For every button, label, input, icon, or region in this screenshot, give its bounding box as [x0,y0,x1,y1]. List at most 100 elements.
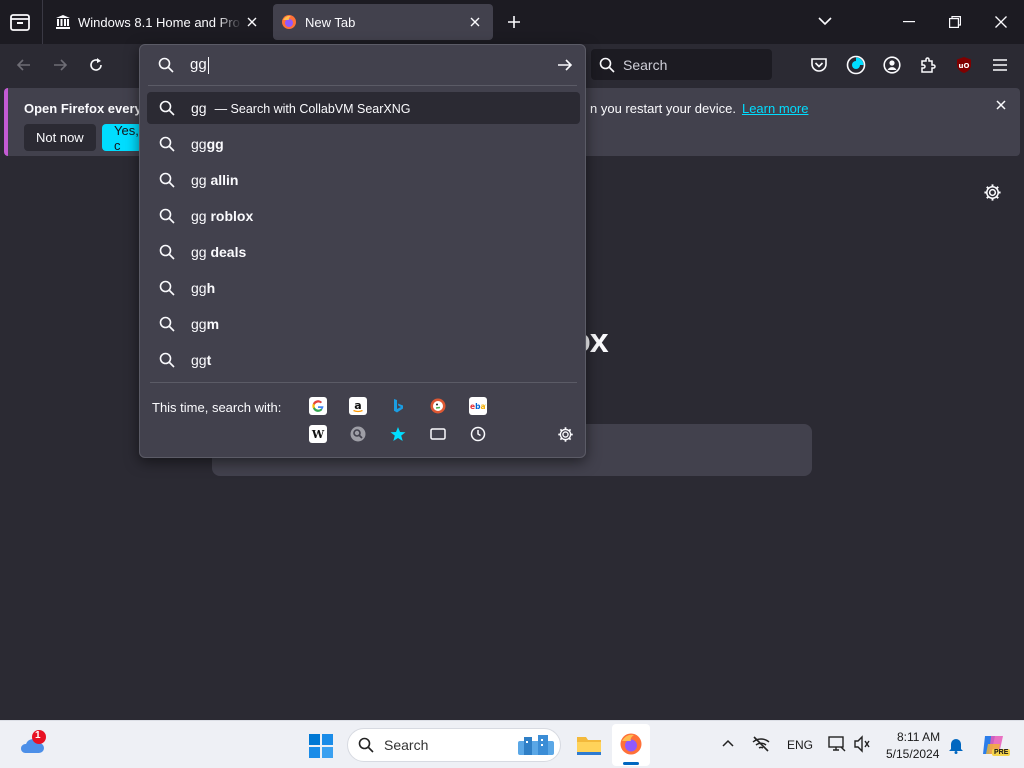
search-highlight-image-icon [516,733,558,759]
taskbar-search-box[interactable]: Search [347,728,561,762]
forward-button[interactable] [47,52,73,78]
url-input[interactable]: gg [140,45,585,85]
suggestion-text: ggh [191,280,215,296]
suggestion-text: ggt [191,352,211,368]
yes-button[interactable]: Yes, c [102,124,142,151]
clock-date[interactable]: 5/15/2024 [886,747,939,761]
suggestion-text: gg deals [191,244,246,260]
bookmarks-star-icon[interactable] [389,425,407,443]
display-icon[interactable] [828,735,846,753]
minimize-icon[interactable] [903,21,915,23]
ublock-origin-icon[interactable]: uO [951,52,977,78]
copilot-preview-badge: PRE [992,749,1011,756]
svg-text:uO: uO [959,62,970,70]
firefox-taskbar-button[interactable] [612,724,650,766]
customize-gear-icon[interactable] [983,183,1002,202]
search-icon [159,244,175,260]
menu-hamburger-icon[interactable] [987,52,1013,78]
extension-circle-icon[interactable] [843,52,869,78]
suggestion-item[interactable]: ggh [147,272,580,304]
bing-icon[interactable] [389,397,407,415]
history-clock-icon[interactable] [469,425,487,443]
url-input-value: gg [190,56,209,74]
urlbar-dropdown: gg gg — Search with CollabVM SearXNG gggg g… [139,44,586,458]
search-icon [159,136,175,152]
go-arrow-icon[interactable] [557,58,573,72]
suggestion-prefix: gg [191,100,207,116]
suggestion-item[interactable]: gggg [147,128,580,160]
notification-message-text: n you restart your device. [590,101,736,116]
suggestion-text: gggg [191,136,224,152]
tab-title: New Tab [305,14,356,30]
back-button[interactable] [11,52,37,78]
close-notification-icon[interactable] [996,100,1006,110]
weather-widget-icon[interactable] [18,729,48,759]
tab-strip: Windows 8.1 Home and Pro (x86 New Tab [0,0,1024,44]
svg-text:ebay: ebay [470,402,486,411]
suggestion-completion: allin [210,172,239,188]
suggestion-item[interactable]: gg allin [147,164,580,196]
extensions-puzzle-icon[interactable] [915,52,941,78]
suggestion-item[interactable]: gg deals [147,236,580,268]
tab-new-tab[interactable]: New Tab [273,4,493,40]
suggestion-prefix: gg [191,172,211,188]
close-tab-icon[interactable] [465,12,485,32]
suggestion-item[interactable]: gg roblox [147,200,580,232]
restore-icon[interactable] [949,16,961,28]
suggestion-prefix: gg [191,316,207,332]
duckduckgo-icon[interactable] [429,397,447,415]
show-hidden-icons-chevron-icon[interactable] [722,739,734,747]
suggestion-completion: roblox [210,208,254,224]
divider [150,382,577,383]
suggestion-engine-hint: — Search with CollabVM SearXNG [214,102,411,116]
suggestion-completion: h [206,280,216,296]
google-icon[interactable] [309,397,327,415]
search-icon [159,208,175,224]
search-bar-placeholder: Search [623,56,668,73]
tab-windows-8-1[interactable]: Windows 8.1 Home and Pro (x86 [48,4,270,40]
suggestion-search-with-engine[interactable]: gg — Search with CollabVM SearXNG [147,92,580,124]
suggestion-item[interactable]: ggm [147,308,580,340]
firefox-icon [281,14,297,30]
reload-button[interactable] [83,52,109,78]
search-bar[interactable]: Search [591,49,772,80]
amazon-icon[interactable]: a [349,397,367,415]
learn-more-link[interactable]: Learn more [742,101,808,116]
new-tab-plus-icon[interactable] [506,14,522,30]
windows-start-icon[interactable] [309,734,333,758]
network-disconnected-icon[interactable] [751,735,771,753]
firefox-view-icon[interactable] [8,10,32,34]
suggestion-text: gg roblox [191,208,253,224]
language-indicator[interactable]: ENG [787,738,813,752]
notification-message-end: n you restart your device. Learn more [590,101,808,116]
close-tab-icon[interactable] [242,12,262,32]
close-window-icon[interactable] [995,16,1007,28]
search-icon [159,100,175,116]
search-icon [159,352,175,368]
clock-time[interactable]: 8:11 AM [897,730,940,744]
search-settings-gear-icon[interactable] [556,425,574,443]
url-input-text: gg [190,56,207,73]
windows-taskbar: 1 Search ENG 8:11 AM 5/15/2024 PRE [0,720,1024,768]
list-all-tabs-chevron-icon[interactable] [818,16,832,26]
text-caret [207,56,209,74]
tab-title: Windows 8.1 Home and Pro (x86 [78,14,242,30]
file-explorer-icon[interactable] [576,733,602,757]
suggestion-completion: t [206,352,212,368]
notifications-bell-icon[interactable] [948,736,964,754]
tabs-icon[interactable] [429,425,447,443]
taskbar-search-label: Search [384,737,429,753]
searxng-icon[interactable] [349,425,367,443]
suggestion-prefix: gg [191,244,211,260]
account-icon[interactable] [879,52,905,78]
volume-mute-icon[interactable] [853,735,871,753]
ebay-icon[interactable]: ebay [469,397,487,415]
wikipedia-icon[interactable]: W [309,425,327,443]
divider [148,85,577,86]
not-now-button[interactable]: Not now [24,124,96,151]
suggestion-item[interactable]: ggt [147,344,580,376]
search-icon [358,737,374,753]
search-icon [159,280,175,296]
pocket-icon[interactable] [806,52,832,78]
firefox-icon [619,732,643,756]
